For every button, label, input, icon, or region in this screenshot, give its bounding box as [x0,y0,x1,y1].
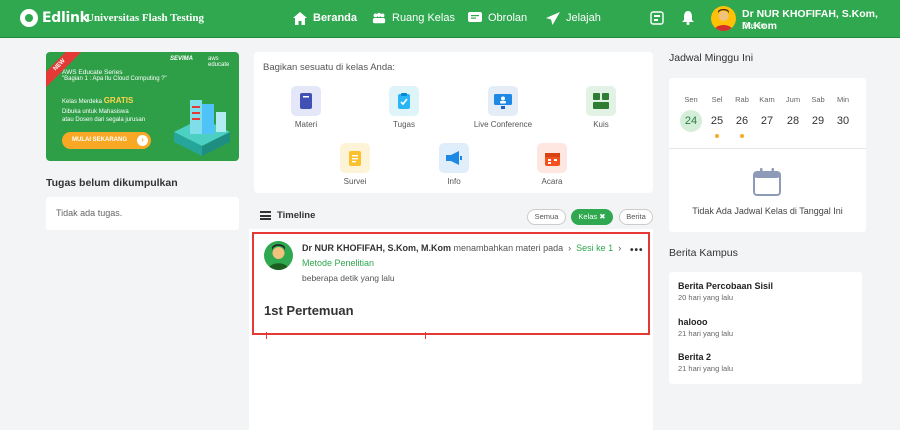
campus-news-title: Berita Kampus [669,247,738,259]
banner-brand: SEVIMA [170,56,194,62]
news-item[interactable]: Berita 2 21 hari yang lalu [678,352,733,373]
bell-icon[interactable] [682,11,696,25]
news-item[interactable]: Berita Percobaan Sisil 20 hari yang lalu [678,281,773,302]
calendar-day[interactable]: Sel 25 [704,95,730,138]
survey-icon [340,143,370,173]
timeline-header: Timeline [260,210,315,221]
tool-kuis[interactable]: Kuis [571,86,631,129]
calendar-day[interactable]: Rab 26 [729,95,755,138]
banner-line: atau Dosen dari segala jurusan [62,117,146,123]
pending-assignments-card: Tidak ada tugas. [46,197,239,230]
tool-label: Survei [343,177,367,186]
calendar-day[interactable]: Sab 29 [805,95,831,132]
promo-banner[interactable]: NEW SEVIMA aws educate AWS Educate Serie… [46,52,239,161]
filter-berita[interactable]: Berita [619,209,653,225]
nav-label: Obrolan [488,12,528,24]
tool-acara[interactable]: Acara [522,143,582,186]
banner-series: AWS Educate Series [62,69,123,76]
event-dot [715,134,719,138]
megaphone-icon [439,143,469,173]
tool-label: Materi [294,120,318,129]
nav-ruang-kelas[interactable]: Ruang Kelas [372,11,455,25]
calendar-day[interactable]: Min 30 [830,95,856,132]
calendar-day[interactable]: Sen 24 [678,95,704,132]
nav-jelajah[interactable]: Jelajah [546,11,601,25]
banner-partner: aws educate [208,56,230,68]
tool-materi[interactable]: Materi [276,86,336,129]
share-card: Bagikan sesuatu di kelas Anda: Materi Tu… [254,52,653,193]
tool-info[interactable]: Info [424,143,484,186]
classroom-icon [372,11,386,25]
home-icon [293,11,307,25]
calendar-divider [669,148,866,149]
calendar-empty-icon [753,168,781,196]
banner-episode: "Bagian 1 : Apa Itu Cloud Computing ?" [62,76,167,82]
banner-line: Dibuka untuk Mahasiswa [62,109,129,115]
calendar-event-icon [537,143,567,173]
quiz-icon [586,86,616,116]
user-avatar[interactable] [711,6,736,31]
schedule-title: Jadwal Minggu Ini [669,52,754,64]
logo-text: Edlink [42,10,89,26]
pending-assignments-title: Tugas belum dikumpulkan [46,177,178,189]
timeline-title: Timeline [277,210,316,221]
calendar-day[interactable]: Jum 28 [780,95,806,132]
event-dot [740,134,744,138]
campus-news-card: Berita Percobaan Sisil 20 hari yang lalu… [669,272,862,384]
share-title: Bagikan sesuatu di kelas Anda: [263,62,396,73]
mulai-sekarang-button[interactable]: MULAI SEKARANG › [62,132,151,149]
tool-label: Info [447,177,461,186]
filter-semua[interactable]: Semua [527,209,566,225]
edlink-logo-icon [20,9,38,27]
nav-beranda[interactable]: Beranda [293,11,357,25]
no-assignments-text: Tidak ada tugas. [56,208,123,218]
divider-mark [425,332,426,339]
menu-lines-icon [260,211,271,220]
nav-label: Ruang Kelas [392,12,455,24]
chat-icon [468,11,482,25]
filter-kelas[interactable]: Kelas ✖ [571,209,613,225]
tool-survei[interactable]: Survei [325,143,385,186]
tool-label: Kuis [593,120,609,129]
no-schedule-text: Tidak Ada Jadwal Kelas di Tanggal Ini [692,206,843,216]
university-name: Universitas Flash Testing [86,12,204,24]
nav-obrolan[interactable]: Obrolan [468,11,527,25]
top-navbar: Edlink Universitas Flash Testing Beranda… [0,0,900,38]
close-icon[interactable]: ✖ [599,212,605,221]
calendar-day[interactable]: Kam 27 [754,95,780,132]
edlink-logo[interactable]: Edlink [20,9,89,27]
divider-mark [266,332,267,339]
book-icon [291,86,321,116]
tool-label: Acara [541,177,563,186]
task-icon [389,86,419,116]
weekly-calendar: Sen 24 Sel 25 Rab 26 Kam 27 Jum 28 Sab 29 Min 3… [669,78,866,232]
tool-tugas[interactable]: Tugas [374,86,434,129]
user-role: Dosen [742,21,766,30]
conference-icon [488,86,518,116]
highlight-box [252,232,650,335]
banner-kelas-merdeka: Kelas Merdeka GRATIS [62,96,134,105]
news-item[interactable]: halooo 21 hari yang lalu [678,317,733,338]
tool-label: Live Conference [473,120,533,129]
user-name[interactable]: Dr NUR KHOFIFAH, S.Kom, M.Kom [742,8,900,32]
nav-label: Beranda [313,12,358,24]
tool-label: Tugas [393,120,415,129]
server-illustration-icon [174,100,230,156]
tool-live-conference[interactable]: Live Conference [473,86,533,129]
explore-icon [546,11,560,25]
switch-account-icon[interactable] [650,11,664,25]
arrow-right-icon: › [137,135,148,146]
nav-label: Jelajah [566,12,601,24]
